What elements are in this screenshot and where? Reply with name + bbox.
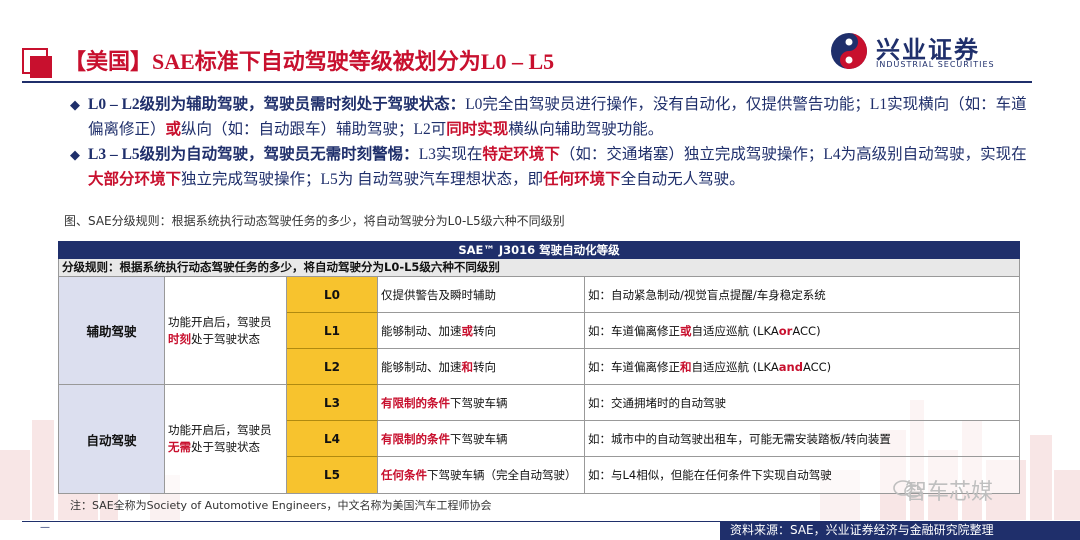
level-cell: L0 bbox=[287, 277, 378, 313]
sae-levels-table: SAE™ J3016 驾驶自动化等级 分级规则：根据系统执行动态驾驶任务的多少，… bbox=[58, 241, 1020, 494]
group-desc-highlight: 无需 bbox=[168, 440, 191, 454]
function-text: 能够制动、加速 bbox=[381, 323, 462, 338]
bullet-lead: L3 – L5级别为自动驾驶，驾驶员无需时刻警惕： bbox=[88, 146, 419, 163]
diamond-bullet-icon: ◆ bbox=[70, 97, 80, 112]
bullet-highlight: 任何环境下 bbox=[543, 171, 621, 188]
function-text: 下驾驶车辆（完全自动驾驶） bbox=[427, 468, 577, 482]
group-autonomous: 自动驾驶 bbox=[59, 385, 165, 493]
summary-bullets: ◆ L0 – L2级别为辅助驾驶，驾驶员需时刻处于驾驶状态：L0完全由驾驶员进行… bbox=[70, 92, 1030, 192]
example-cell: 如：车道偏离修正或自适应巡航 (LKA or ACC) bbox=[585, 313, 1019, 349]
group-desc: 功能开启后，驾驶员 时刻处于驾驶状态 bbox=[165, 277, 287, 385]
bullet-text: 纵向（如：自动跟车）辅助驾驶；L2可 bbox=[181, 121, 447, 138]
page-title: 【美国】SAE标准下自动驾驶等级被划分为L0 – L5 bbox=[64, 49, 555, 74]
example-text: 如：车道偏离修正 bbox=[588, 323, 680, 338]
function-text: 转向 bbox=[473, 359, 496, 374]
example-highlight: 或 bbox=[680, 323, 692, 338]
bullet-text: 独立完成驾驶操作；L5为 自动驾驶汽车理想状态，即 bbox=[181, 171, 544, 188]
bullet-lead: L0 – L2级别为辅助驾驶，驾驶员需时刻处于驾驶状态： bbox=[88, 96, 466, 113]
example-text: 如：与L4相似，但能在任何条件下实现自动驾驶 bbox=[588, 468, 832, 482]
group-desc-text: 功能开启后，驾驶员 bbox=[168, 314, 272, 329]
figure-caption: 图、SAE分级规则：根据系统执行动态驾驶任务的多少，将自动驾驶分为L0-L5级六… bbox=[64, 214, 565, 228]
example-text: ACC) bbox=[792, 323, 821, 338]
example-text: 如：车道偏离修正 bbox=[588, 359, 680, 374]
function-highlight: 有限制的条件 bbox=[381, 395, 450, 410]
function-cell: 有限制的条件 下驾驶车辆 bbox=[378, 421, 585, 457]
group-desc-text: 功能开启后，驾驶员 bbox=[168, 423, 272, 437]
example-text: ACC) bbox=[802, 359, 832, 374]
level-cell: L3 bbox=[287, 385, 378, 421]
diamond-bullet-icon: ◆ bbox=[70, 147, 80, 162]
function-highlight: 和 bbox=[461, 359, 474, 374]
page-number: — bbox=[40, 522, 50, 533]
bullet-assisted-driving: ◆ L0 – L2级别为辅助驾驶，驾驶员需时刻处于驾驶状态：L0完全由驾驶员进行… bbox=[70, 92, 1030, 142]
function-text: 仅提供警告及瞬时辅助 bbox=[381, 287, 496, 302]
watermark-text: 智车芯媒 bbox=[905, 480, 994, 505]
level-cell: L1 bbox=[287, 313, 378, 349]
example-cell: 如：车道偏离修正和自适应巡航 (LKA and ACC) bbox=[585, 349, 1019, 385]
example-text: 如：城市中的自动驾驶出租车，可能无需安装踏板/转向装置 bbox=[588, 431, 891, 446]
level-cell: L5 bbox=[287, 457, 378, 493]
table-heading: SAE™ J3016 驾驶自动化等级 bbox=[58, 241, 1020, 259]
group-desc-highlight: 时刻 bbox=[168, 331, 191, 346]
level-cell: L4 bbox=[287, 421, 378, 457]
example-cell: 如：城市中的自动驾驶出租车，可能无需安装踏板/转向装置 bbox=[585, 421, 1019, 457]
bullet-highlight: 同时实现 bbox=[446, 121, 509, 138]
function-cell: 仅提供警告及瞬时辅助 bbox=[378, 277, 585, 313]
corner-square-fill bbox=[30, 56, 52, 78]
example-highlight: and bbox=[778, 359, 803, 374]
example-text: 自适应巡航 (LKA bbox=[691, 323, 779, 338]
example-highlight: 和 bbox=[680, 359, 692, 374]
function-text: 下驾驶车辆 bbox=[450, 395, 508, 410]
source-credit: 资料来源：SAE，兴业证券经济与金融研究院整理 bbox=[720, 521, 1080, 540]
function-text: 下驾驶车辆 bbox=[450, 431, 508, 446]
bullet-highlight: 大部分环境下 bbox=[88, 171, 182, 188]
function-cell: 能够制动、加速和转向 bbox=[378, 349, 585, 385]
bullet-text: （如：交通堵塞）独立完成驾驶操作；L4为高级别自动驾驶，实现在 bbox=[559, 146, 1027, 163]
example-cell: 如：自动紧急制动/视觉盲点提醒/车身稳定系统 bbox=[585, 277, 1019, 313]
example-cell: 如：交通拥堵时的自动驾驶 bbox=[585, 385, 1019, 421]
function-highlight: 任何条件 bbox=[381, 468, 427, 482]
title-divider bbox=[22, 81, 1032, 83]
bullet-text: 横纵向辅助驾驶功能。 bbox=[508, 121, 664, 138]
example-highlight: or bbox=[778, 323, 793, 338]
function-highlight: 或 bbox=[461, 323, 474, 338]
example-text: 如：自动紧急制动/视觉盲点提醒/车身稳定系统 bbox=[588, 287, 826, 302]
function-text: 转向 bbox=[473, 323, 496, 338]
example-text: 如：交通拥堵时的自动驾驶 bbox=[588, 395, 726, 410]
function-highlight: 有限制的条件 bbox=[381, 431, 450, 446]
bullet-autonomous-driving: ◆ L3 – L5级别为自动驾驶，驾驶员无需时刻警惕：L3实现在特定环境下（如：… bbox=[70, 142, 1030, 192]
brand-logo: 兴业证券 INDUSTRIAL SECURITIES bbox=[830, 32, 1015, 72]
table-subheading: 分级规则：根据系统执行动态驾驶任务的多少，将自动驾驶分为L0-L5级六种不同级别 bbox=[58, 259, 1020, 277]
group-desc: 功能开启后，驾驶员 无需处于驾驶状态 bbox=[165, 385, 287, 493]
footnote: 注：SAE全称为Society of Automotive Engineers，… bbox=[70, 499, 492, 512]
function-text: 能够制动、加速 bbox=[381, 359, 462, 374]
bullet-text: L3实现在 bbox=[418, 146, 483, 163]
bullet-text: 全自动无人驾驶。 bbox=[620, 171, 745, 188]
function-cell: 能够制动、加速或转向 bbox=[378, 313, 585, 349]
brand-name-en: INDUSTRIAL SECURITIES bbox=[876, 60, 995, 69]
corner-logo-mark bbox=[22, 48, 54, 80]
group-assisted: 辅助驾驶 bbox=[59, 277, 165, 385]
example-text: 自适应巡航 (LKA bbox=[691, 359, 779, 374]
level-cell: L2 bbox=[287, 349, 378, 385]
bullet-highlight: 或 bbox=[165, 121, 182, 138]
footer-divider bbox=[22, 521, 782, 522]
function-cell: 有限制的条件 下驾驶车辆 bbox=[378, 385, 585, 421]
bullet-highlight: 特定环境下 bbox=[482, 146, 560, 163]
group-desc-text: 处于驾驶状态 bbox=[191, 331, 260, 346]
group-desc-text: 处于驾驶状态 bbox=[191, 440, 260, 454]
table-body: 辅助驾驶 功能开启后，驾驶员 时刻处于驾驶状态 自动驾驶 功能开启后，驾驶员 无需处… bbox=[58, 277, 1020, 494]
brand-emblem-icon bbox=[831, 33, 867, 69]
function-cell: 任何条件 下驾驶车辆（完全自动驾驶） bbox=[378, 457, 585, 493]
